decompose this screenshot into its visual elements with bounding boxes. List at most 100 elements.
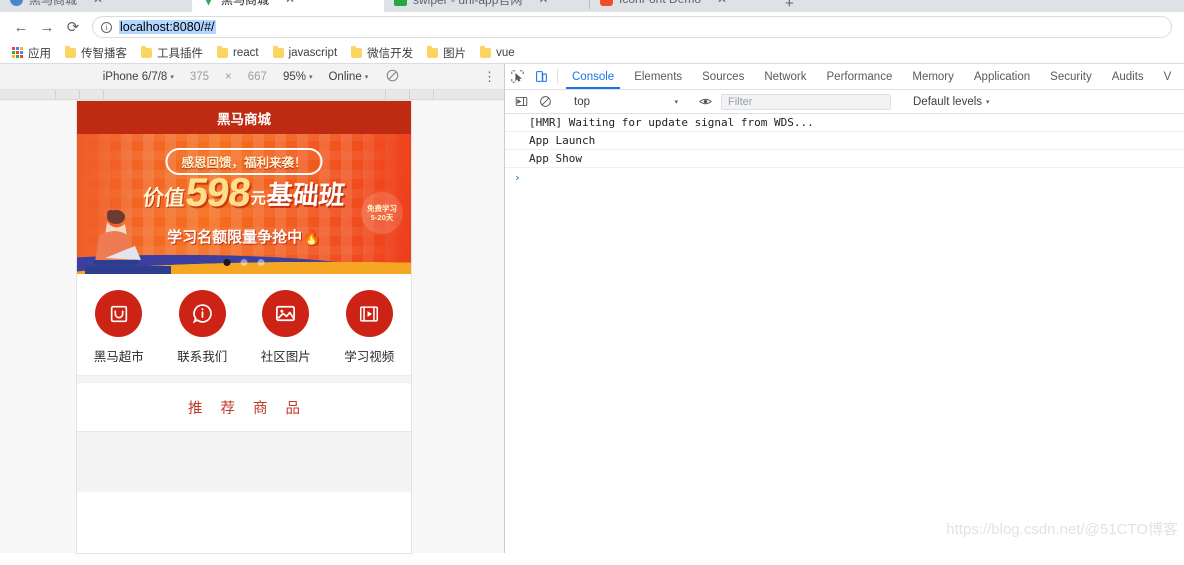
console-filter-input[interactable]: Filter: [721, 93, 891, 110]
tab-network[interactable]: Network: [754, 64, 816, 89]
browser-window: 黑马商城 ✕ 黑马商城 ✕ swiper - uni-app官网 ✕ IconF…: [0, 0, 1184, 565]
new-tab-button[interactable]: +: [775, 0, 804, 12]
viewport-ruler: [0, 90, 504, 100]
device-selector[interactable]: iPhone 6/7/8 ▾: [95, 71, 182, 83]
nav-item-images[interactable]: 社区图片: [244, 290, 328, 365]
browser-tab-4[interactable]: IconFont Demo ✕: [590, 0, 775, 12]
nav-item-label: 学习视频: [344, 350, 395, 364]
tab-audits[interactable]: Audits: [1102, 64, 1154, 89]
back-icon[interactable]: ←: [8, 14, 34, 40]
address-bar[interactable]: i localhost:8080/#/: [92, 16, 1172, 38]
device-screen-area: 黑马商城 感恩回馈，福利来袭！ 价值 598 元 基础班 免费学习 5-20天 …: [0, 101, 504, 553]
prompt-caret-icon: ›: [514, 170, 521, 184]
console-message: App Launch: [505, 132, 1184, 150]
folder-icon: [272, 45, 284, 58]
tab-close-icon[interactable]: ✕: [717, 0, 727, 5]
nav-item-store[interactable]: 黑马超市: [77, 290, 161, 365]
tab-close-icon[interactable]: ✕: [93, 0, 103, 5]
nav-item-contact[interactable]: 联系我们: [161, 290, 245, 365]
tab-title: swiper - uni-app官网: [413, 0, 522, 8]
folder-icon: [351, 45, 363, 58]
folder-icon: [480, 45, 492, 58]
live-expression-eye-icon[interactable]: [693, 95, 717, 108]
inspect-cursor-icon[interactable]: [505, 64, 529, 89]
app-header: 黑马商城: [77, 101, 411, 134]
tab-vue[interactable]: V: [1154, 64, 1182, 89]
console-prompt[interactable]: ›: [505, 168, 1184, 186]
nav-item-label: 联系我们: [177, 350, 228, 364]
tab-application[interactable]: Application: [964, 64, 1040, 89]
console-filter-bar: top ▾ Filter Default levels ▾: [505, 90, 1184, 114]
device-toolbar: iPhone 6/7/8 ▾ 375 × 667 95% ▾ Online ▾ …: [0, 64, 504, 90]
chevron-down-icon: ▾: [170, 73, 174, 81]
badge-line-1: 免费学习: [367, 203, 397, 213]
device-height[interactable]: 667: [240, 71, 275, 83]
bookmark-item[interactable]: 微信开发: [345, 43, 419, 63]
device-width[interactable]: 375: [182, 71, 217, 83]
recommend-list-area: [77, 432, 411, 492]
chevron-down-icon: ▾: [986, 98, 990, 106]
dimension-x-icon: ×: [225, 70, 232, 83]
banner-dot[interactable]: [240, 259, 248, 266]
console-context-selector[interactable]: top ▾: [566, 96, 684, 108]
tab-favicon: [202, 0, 215, 6]
nav-item-label: 黑马超市: [93, 350, 144, 364]
devtools-tab-bar: Console Elements Sources Network Perform…: [505, 64, 1184, 90]
tab-memory[interactable]: Memory: [902, 64, 964, 89]
console-sidebar-toggle-icon[interactable]: [509, 95, 533, 108]
tab-sources[interactable]: Sources: [692, 64, 754, 89]
bookmarks-bar: 应用 传智播客 工具插件 react javascript 微信开发 图片 vu…: [0, 42, 1184, 64]
main-content: iPhone 6/7/8 ▾ 375 × 667 95% ▾ Online ▾ …: [0, 64, 1184, 553]
tab-console[interactable]: Console: [562, 64, 624, 89]
device-more-options-icon[interactable]: ⋮: [483, 69, 496, 85]
bookmark-item[interactable]: javascript: [267, 45, 344, 61]
nav-item-label: 社区图片: [260, 350, 311, 364]
store-box-icon: [95, 290, 143, 337]
console-message: [HMR] Waiting for update signal from WDS…: [505, 114, 1184, 132]
bookmark-item[interactable]: 工具插件: [135, 43, 209, 63]
browser-tab-1[interactable]: 黑马商城 ✕: [0, 0, 192, 12]
log-levels-selector[interactable]: Default levels ▾: [913, 96, 990, 108]
forward-icon[interactable]: →: [34, 14, 60, 40]
nav-item-video[interactable]: 学习视频: [328, 290, 412, 365]
banner-pagination-dots[interactable]: [223, 259, 265, 266]
bookmark-label: javascript: [288, 46, 338, 59]
banner-price-prefix: 价值: [141, 186, 187, 210]
banner-dot[interactable]: [257, 259, 265, 266]
bookmark-item[interactable]: react: [211, 45, 265, 61]
image-picture-icon: [262, 290, 310, 337]
tab-title: 黑马商城: [29, 0, 77, 8]
zoom-selector[interactable]: 95% ▾: [275, 71, 321, 83]
folder-icon: [217, 45, 228, 58]
browser-tab-3[interactable]: swiper - uni-app官网 ✕: [384, 0, 589, 12]
banner-dot-active[interactable]: [223, 259, 231, 266]
watermark-text: https://blog.csdn.net/@51CTO博客: [946, 521, 1178, 538]
page-info-icon[interactable]: i: [101, 21, 112, 33]
tab-security[interactable]: Security: [1040, 64, 1102, 89]
video-play-icon: [345, 290, 393, 337]
folder-icon: [65, 45, 76, 58]
bookmark-item[interactable]: 传智播客: [59, 43, 133, 63]
recommend-section-title: 推 荐 商 品: [187, 401, 308, 417]
tab-close-icon[interactable]: ✕: [538, 0, 548, 5]
tab-close-icon[interactable]: ✕: [285, 0, 295, 5]
throttling-selector[interactable]: Online ▾: [320, 71, 376, 83]
bookmark-item[interactable]: 图片: [421, 43, 472, 63]
browser-tab-2[interactable]: 黑马商城 ✕: [192, 0, 384, 12]
bookmark-item[interactable]: vue: [474, 45, 521, 61]
clear-console-icon[interactable]: [533, 95, 557, 108]
tab-elements[interactable]: Elements: [624, 64, 692, 89]
banner-price-suffix: 基础班: [265, 180, 347, 210]
promo-banner[interactable]: 感恩回馈，福利来袭！ 价值 598 元 基础班 免费学习 5-20天 学习名额限…: [77, 134, 411, 274]
apps-grid-icon: [12, 47, 23, 58]
chevron-down-icon: ▾: [308, 73, 313, 81]
reload-icon[interactable]: ⟳: [60, 14, 86, 40]
device-name: iPhone 6/7/8: [102, 70, 168, 83]
device-toggle-icon[interactable]: [529, 64, 553, 89]
folder-icon: [427, 45, 439, 58]
no-cache-icon[interactable]: [376, 69, 409, 85]
bookmark-label: react: [233, 46, 259, 59]
bookmark-apps[interactable]: 应用: [6, 43, 57, 63]
tab-performance[interactable]: Performance: [817, 64, 903, 89]
address-bar-url[interactable]: localhost:8080/#/: [119, 20, 216, 34]
